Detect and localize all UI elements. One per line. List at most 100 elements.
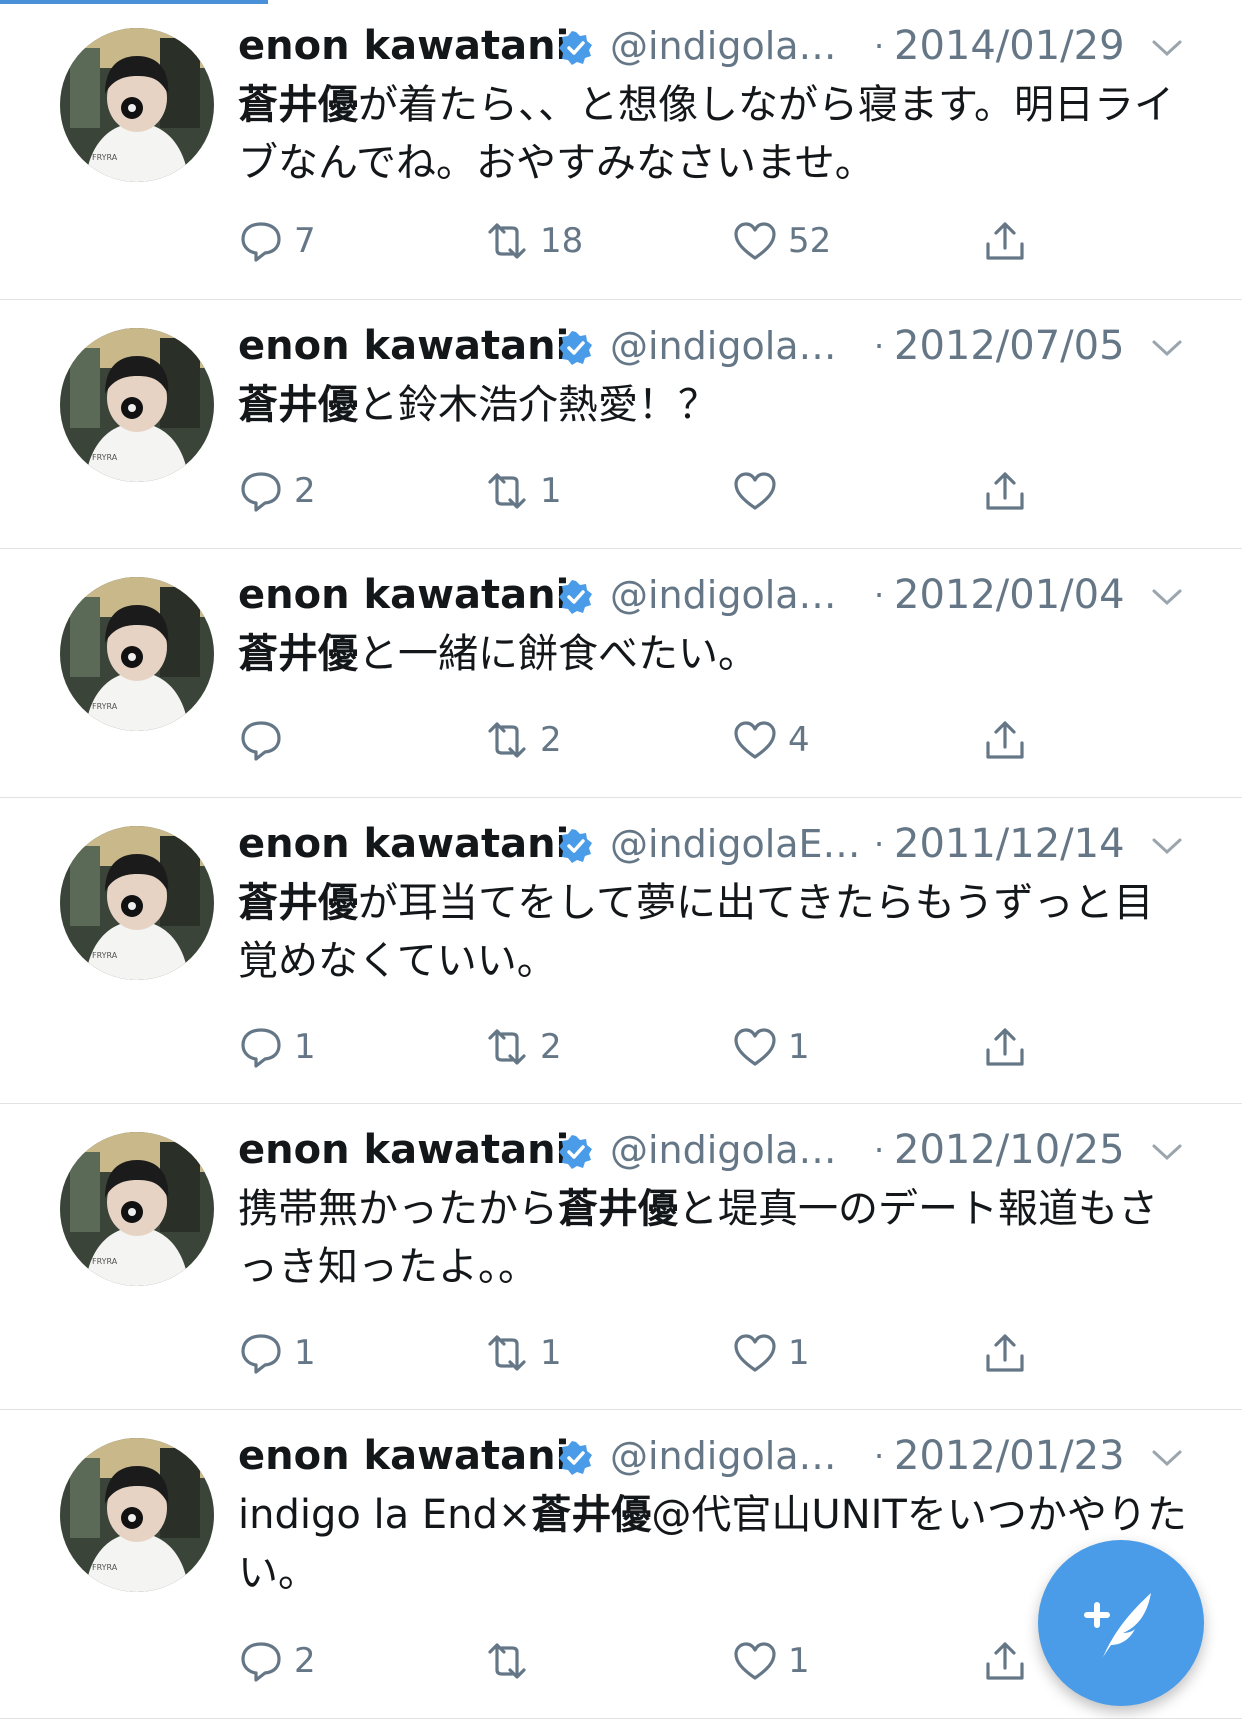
retweet-button[interactable] (484, 1636, 540, 1686)
tweet-content: enon kawatani @indigola… · 2014/01/29 蒼井優が着た… (238, 0, 1198, 192)
display-name[interactable]: enon kawatani (238, 569, 569, 621)
reply-button[interactable] (238, 715, 294, 765)
verified-badge-icon (559, 331, 592, 365)
reply-icon (241, 222, 281, 262)
share-button[interactable] (982, 216, 1028, 266)
share-button[interactable] (982, 1636, 1028, 1686)
reply-count: 1 (294, 1333, 316, 1373)
user-handle[interactable]: @indigola… (610, 569, 837, 621)
highlighted-term: 蒼井優 (558, 1186, 678, 1232)
avatar[interactable]: FRYRA (60, 826, 214, 980)
tweet-text: 蒼井優と一緒に餅食べたい。 (238, 625, 1188, 683)
tweet-actions: 1 1 1 (238, 1328, 1038, 1378)
avatar[interactable]: FRYRA (60, 1132, 214, 1286)
separator-dot: · (874, 1131, 885, 1169)
share-icon (986, 472, 1024, 510)
display-name[interactable]: enon kawatani (238, 818, 569, 870)
like-count: 1 (788, 1641, 810, 1681)
retweet-icon (488, 473, 526, 509)
svg-text:FRYRA: FRYRA (92, 453, 118, 462)
tweet-actions: 21 (238, 1636, 1038, 1686)
heart-icon (734, 721, 776, 759)
reply-button[interactable]: 2 (238, 1636, 316, 1686)
tweet[interactable]: FRYRA enon kawatani @indigolaE… · 2011/12/14… (0, 798, 1242, 1104)
chevron-down-icon[interactable] (1150, 1142, 1184, 1162)
avatar[interactable]: FRYRA (60, 1438, 214, 1592)
tweet-date[interactable]: 2012/07/05 (894, 320, 1125, 372)
tweet-text-after: と鈴木浩介熱愛！？ (358, 382, 718, 428)
tweet-content: enon kawatani @indigola… · 2012/10/25 携帯無かった… (238, 1104, 1198, 1296)
user-handle[interactable]: @indigola… (610, 320, 837, 372)
tweet[interactable]: FRYRA enon kawatani @indigola… · 2014/01/29 蒼… (0, 0, 1242, 300)
share-button[interactable] (982, 1022, 1028, 1072)
tweet-date[interactable]: 2012/10/25 (894, 1124, 1125, 1176)
reply-count: 2 (294, 471, 316, 511)
retweet-icon (488, 722, 526, 758)
retweet-button[interactable]: 1 (484, 1328, 562, 1378)
svg-text:FRYRA: FRYRA (92, 951, 118, 960)
chevron-down-icon[interactable] (1150, 1448, 1184, 1468)
svg-text:FRYRA: FRYRA (92, 1563, 118, 1572)
reply-button[interactable]: 7 (238, 216, 316, 266)
like-button[interactable]: 4 (732, 715, 810, 765)
share-button[interactable] (982, 715, 1028, 765)
reply-icon (241, 721, 281, 761)
retweet-button[interactable]: 2 (484, 1022, 562, 1072)
user-handle[interactable]: @indigola… (610, 1430, 837, 1482)
separator-dot: · (874, 825, 885, 863)
svg-text:FRYRA: FRYRA (92, 702, 118, 711)
heart-icon (734, 1028, 776, 1066)
share-button[interactable] (982, 466, 1028, 516)
retweet-icon (488, 1643, 526, 1679)
display-name[interactable]: enon kawatani (238, 1124, 569, 1176)
tweet-date[interactable]: 2012/01/23 (894, 1430, 1125, 1482)
like-button[interactable] (732, 466, 788, 516)
tweet-header: enon kawatani @indigola… · 2012/01/23 (238, 1430, 1198, 1484)
retweet-button[interactable]: 1 (484, 466, 562, 516)
avatar[interactable]: FRYRA (60, 328, 214, 482)
share-button[interactable] (982, 1328, 1028, 1378)
heart-icon (734, 1642, 776, 1680)
like-button[interactable]: 52 (732, 216, 831, 266)
reply-count: 7 (294, 221, 316, 261)
chevron-down-icon[interactable] (1150, 836, 1184, 856)
tweet[interactable]: FRYRA enon kawatani @indigola… · 2012/10/25 携… (0, 1104, 1242, 1410)
reply-icon (241, 472, 281, 512)
tweet-date[interactable]: 2012/01/04 (894, 569, 1125, 621)
reply-count: 2 (294, 1641, 316, 1681)
share-icon (986, 1334, 1024, 1372)
heart-icon (734, 472, 776, 510)
tweet-text-after: が着たら、、と想像しながら寝ます。明日ライブなんでね。おやすみなさいませ。 (238, 82, 1174, 186)
retweet-button[interactable]: 2 (484, 715, 562, 765)
reply-button[interactable]: 2 (238, 466, 316, 516)
retweet-button[interactable]: 18 (484, 216, 583, 266)
avatar[interactable]: FRYRA (60, 28, 214, 182)
tweet-header: enon kawatani @indigola… · 2012/07/05 (238, 320, 1198, 374)
tweet-date[interactable]: 2011/12/14 (894, 818, 1125, 870)
like-button[interactable]: 1 (732, 1022, 810, 1072)
user-handle[interactable]: @indigola… (610, 20, 837, 72)
like-button[interactable]: 1 (732, 1328, 810, 1378)
chevron-down-icon[interactable] (1150, 587, 1184, 607)
tweet-actions: 7 18 52 (238, 216, 1038, 266)
reply-button[interactable]: 1 (238, 1328, 316, 1378)
share-icon (986, 721, 1024, 759)
display-name[interactable]: enon kawatani (238, 20, 569, 72)
reply-button[interactable]: 1 (238, 1022, 316, 1072)
user-handle[interactable]: @indigolaE… (610, 818, 861, 870)
compose-tweet-button[interactable] (1038, 1540, 1204, 1706)
tweet-text-before: 携帯無かったから (238, 1186, 558, 1232)
display-name[interactable]: enon kawatani (238, 320, 569, 372)
like-button[interactable]: 1 (732, 1636, 810, 1686)
chevron-down-icon[interactable] (1150, 38, 1184, 58)
compose-tweet-icon (1084, 1593, 1151, 1657)
tweet[interactable]: FRYRA enon kawatani @indigola… · 2012/07/05 蒼… (0, 300, 1242, 549)
highlighted-term: 蒼井優 (238, 631, 358, 677)
chevron-down-icon[interactable] (1150, 338, 1184, 358)
avatar[interactable]: FRYRA (60, 577, 214, 731)
display-name[interactable]: enon kawatani (238, 1430, 569, 1482)
reply-count: 1 (294, 1027, 316, 1067)
tweet-date[interactable]: 2014/01/29 (894, 20, 1125, 72)
tweet[interactable]: FRYRA enon kawatani @indigola… · 2012/01/04 蒼… (0, 549, 1242, 798)
user-handle[interactable]: @indigola… (610, 1124, 837, 1176)
